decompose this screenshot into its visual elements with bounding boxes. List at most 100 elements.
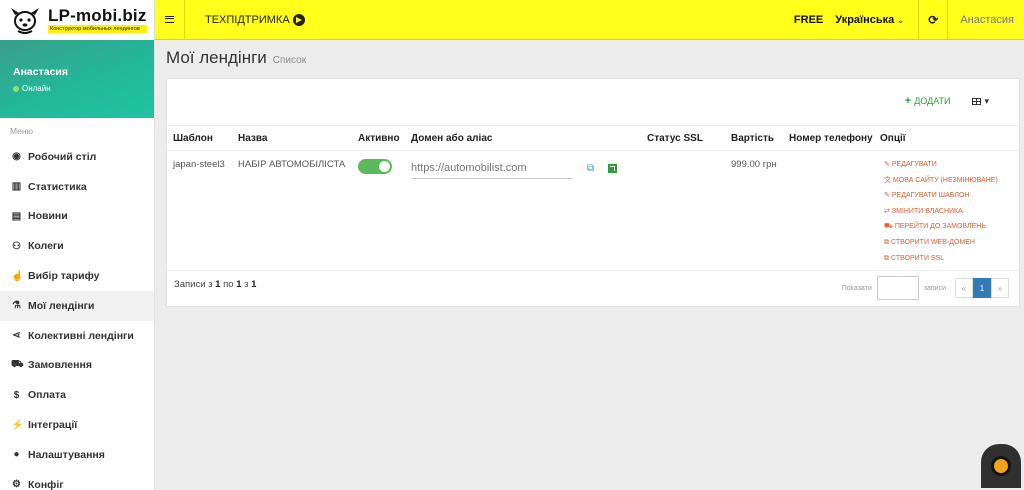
flask-icon: ⚗	[12, 300, 21, 312]
table-row: japan-steel3 НАБІР АВТОМОБІЛІСТА ⧉ 999.0…	[167, 150, 1021, 271]
records-label: записи	[923, 284, 946, 292]
option-go-to-orders[interactable]: ⛟ ПЕРЕЙТИ ДО ЗАМОВЛЕНЬ	[884, 221, 1021, 237]
sidebar-item-label: Новини	[28, 210, 68, 223]
sidebar-item-label: Конфіг	[28, 478, 64, 490]
sidebar-item-label: Колективні лендінги	[28, 329, 134, 342]
sidebar-item-config[interactable]: ⚙ Конфіг	[0, 470, 154, 490]
pagination: Показати записи « 1 »	[842, 276, 1009, 300]
plus-icon: +	[904, 95, 912, 107]
col-domain[interactable]: Домен або аліас	[405, 125, 641, 151]
user-status-label: Онлайн	[22, 84, 51, 93]
sidebar-item-news[interactable]: ▤ Новини	[0, 202, 154, 232]
sidebar-item-integrations[interactable]: ⚡ Інтеграції	[0, 410, 154, 440]
sidebar-item-label: Вибір тарифу	[28, 270, 100, 283]
page-title: Мої лендінги	[166, 48, 267, 67]
option-label: СТВОРИТИ SSL	[891, 254, 945, 262]
option-label: ЗМІНИТИ ВЛАСНИКА	[891, 207, 963, 215]
records-mid: по	[220, 279, 237, 290]
option-edit-template[interactable]: ✎ РЕДАГУВАТИ ШАБЛОН	[884, 190, 1021, 206]
support-link[interactable]: ТЕХПІДТРИМКА	[205, 13, 305, 26]
col-ssl[interactable]: Статус SSL	[641, 125, 725, 151]
col-template[interactable]: Шаблон	[167, 125, 232, 151]
sidebar-item-my-landings[interactable]: ⚗ Мої лендінги	[0, 290, 154, 321]
sidebar-item-collective-landings[interactable]: ⋖ Колективні лендінги	[0, 321, 154, 351]
cogs-icon: ⚙	[12, 479, 21, 490]
dollar-icon: $	[13, 389, 20, 401]
bar-chart-icon: ▥	[11, 181, 22, 193]
option-create-web-domain[interactable]: ⧉ СТВОРИТИ WEB-ДОМЕН	[884, 237, 1021, 253]
telegram-icon	[292, 13, 305, 26]
page-button-current[interactable]: 1	[973, 278, 991, 298]
sidebar-item-label: Статистика	[28, 180, 87, 193]
logo[interactable]: LP-mobi.biz Конструктор мобильных лендин…	[0, 0, 155, 40]
copy-icon[interactable]: ⧉	[587, 163, 594, 174]
sidebar-item-statistics[interactable]: ▥ Статистика	[0, 172, 154, 202]
page-header: Мої лендінги Список	[166, 48, 306, 68]
dashboard-icon: ◉	[12, 151, 21, 163]
option-label: ПЕРЕЙТИ ДО ЗАМОВЛЕНЬ	[894, 223, 986, 231]
refresh-icon[interactable]: ⟳	[919, 13, 947, 27]
sidebar-item-label: Оплата	[28, 389, 67, 402]
add-button[interactable]: + ДОДАТИ	[905, 95, 951, 107]
top-bar: LP-mobi.biz Конструктор мобильных лендин…	[0, 0, 1024, 40]
domain-input[interactable]	[411, 157, 573, 179]
support-chat-button[interactable]	[981, 444, 1021, 488]
option-site-language[interactable]: 文 МОВА САЙТУ (НЕЗМІНЮВАНЕ)	[884, 175, 1021, 191]
col-phone[interactable]: Номер телефону	[783, 125, 874, 151]
col-name[interactable]: Назва	[232, 125, 352, 151]
option-create-ssl[interactable]: ⧉ СТВОРИТИ SSL	[884, 253, 1021, 269]
active-toggle[interactable]	[358, 159, 392, 174]
sidebar-user-name: Анастасия	[13, 66, 69, 78]
sidebar-item-payment[interactable]: $ Оплата	[0, 380, 154, 410]
page-size-select[interactable]	[876, 276, 919, 300]
exchange-icon: ⇄	[884, 207, 890, 215]
add-button-label: ДОДАТИ	[914, 96, 951, 106]
option-label: РЕДАГУВАТИ ШАБЛОН	[891, 192, 970, 200]
show-label: Показати	[841, 284, 872, 292]
col-price[interactable]: Вартість	[725, 125, 783, 151]
columns-dropdown[interactable]: ▾	[972, 96, 989, 107]
sidebar-item-colleagues[interactable]: ⚇ Колеги	[0, 231, 154, 261]
prev-page-button[interactable]: «	[955, 278, 973, 298]
cell-ssl	[641, 150, 725, 271]
option-edit[interactable]: ✎ РЕДАГУВАТИ	[884, 159, 1021, 175]
cell-name: НАБІР АВТОМОБІЛІСТА	[232, 150, 352, 271]
option-label: СТВОРИТИ WEB-ДОМЕН	[891, 238, 975, 246]
next-page-button[interactable]: »	[991, 278, 1009, 298]
plug-icon: ⚡	[11, 419, 24, 431]
edit-icon: ✎	[884, 161, 890, 168]
menu-header: Меню	[10, 126, 33, 136]
top-user-menu[interactable]: Анастасия	[948, 14, 1024, 26]
cell-domain: ⧉	[405, 150, 641, 271]
language-label: Українська	[835, 13, 895, 26]
cell-price: 999.00 грн	[725, 150, 783, 271]
sidebar-item-settings[interactable]: ● Налаштування	[0, 440, 154, 470]
hamburger-icon	[165, 16, 174, 23]
external-link-icon[interactable]	[608, 164, 618, 173]
col-active[interactable]: Активно	[352, 125, 405, 151]
sidebar-item-dashboard[interactable]: ◉ Робочий стіл	[0, 142, 154, 172]
records-prefix: Записи з	[174, 279, 216, 290]
sidebar-item-orders[interactable]: ⛟ Замовлення	[0, 351, 154, 381]
option-change-owner[interactable]: ⇄ ЗМІНИТИ ВЛАСНИКА	[884, 206, 1021, 222]
records-info: Записи з 1 по 1 з 1	[174, 279, 256, 290]
language-dropdown[interactable]: Українська ⌄	[835, 14, 904, 26]
sidebar-item-label: Колеги	[28, 240, 64, 253]
menu-toggle-button[interactable]	[155, 0, 185, 40]
logo-name: LP-mobi.biz	[48, 5, 147, 25]
user-panel: Анастасия Онлайн	[0, 40, 154, 118]
edit-icon: ✎	[884, 192, 890, 200]
cell-template: japan-steel3	[167, 150, 232, 271]
cart-icon: ⛟	[11, 358, 24, 370]
chevron-down-icon: ⌄	[894, 14, 905, 25]
support-label: ТЕХПІДТРИМКА	[205, 13, 290, 26]
sidebar-item-tariff[interactable]: ☝ Вибір тарифу	[0, 261, 154, 291]
dog-logo-icon	[11, 7, 39, 34]
col-options[interactable]: Опції	[874, 125, 1021, 151]
table-header-row: Шаблон Назва Активно Домен або аліас Ста…	[167, 125, 1021, 151]
records-total: 1	[251, 279, 257, 290]
sidebar: Анастасия Онлайн Меню ◉ Робочий стіл ▥ Ста…	[0, 40, 155, 490]
hand-pointer-icon: ☝	[11, 270, 24, 282]
landings-table: Шаблон Назва Активно Домен або аліас Ста…	[167, 125, 1021, 271]
sidebar-item-label: Налаштування	[28, 448, 105, 461]
